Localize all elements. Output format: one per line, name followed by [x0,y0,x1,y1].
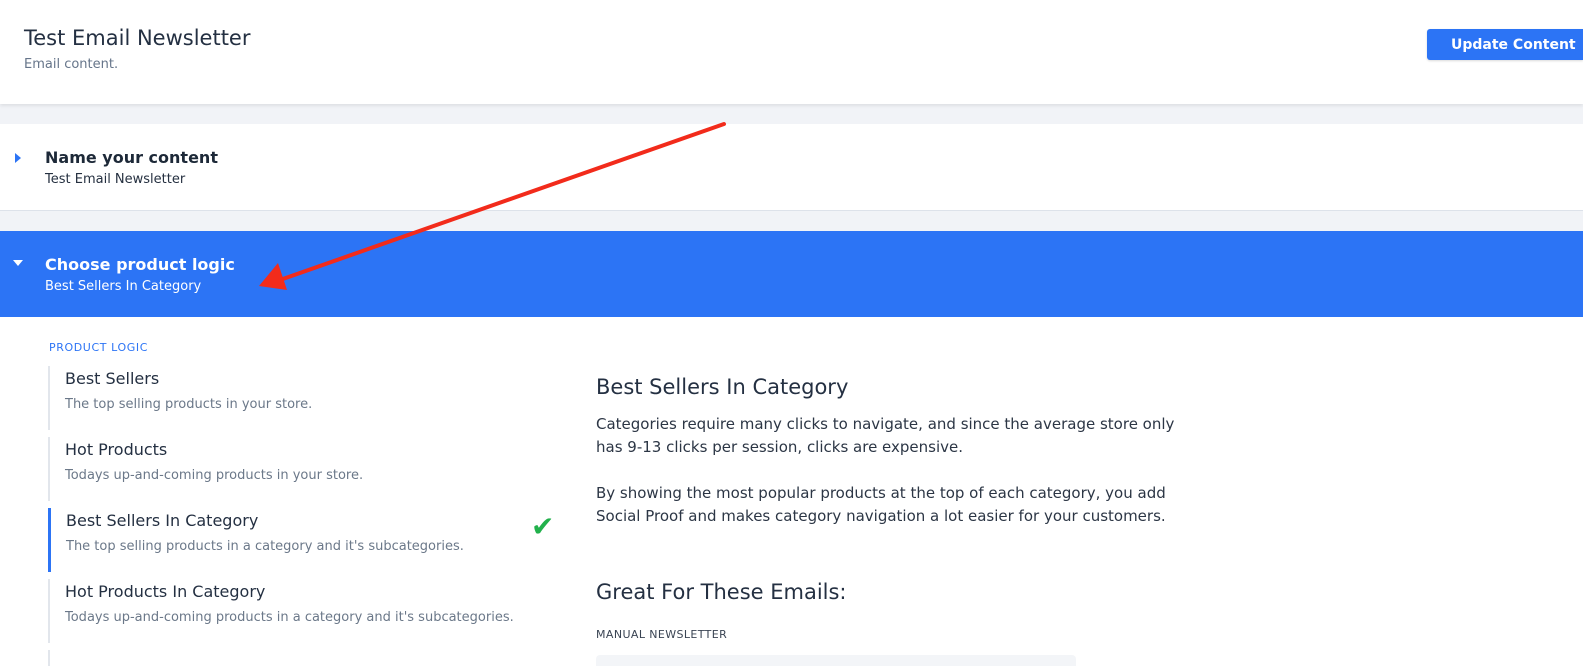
logic-option-best-sellers-in-category[interactable]: Best Sellers In Category The top selling… [48,508,568,572]
caret-right-icon [15,153,21,163]
page-subtitle: Email content. [24,57,119,72]
section-value: Best Sellers In Category [45,279,202,294]
logic-option-title: Hot Products In Category [65,582,266,601]
detail-title: Best Sellers In Category [596,375,849,399]
logic-option-next[interactable] [48,650,568,666]
logic-option-description: Todays up-and-coming products in a categ… [65,610,514,625]
logic-option-hot-products-in-category[interactable]: Hot Products In Category Todays up-and-c… [48,579,568,643]
logic-option-description: The top selling products in your store. [65,397,313,412]
page-title: Test Email Newsletter [24,26,251,50]
logic-option-best-sellers[interactable]: Best Sellers The top selling products in… [48,366,568,430]
product-logic-panel: PRODUCT LOGIC Best Sellers The top selli… [0,317,1583,666]
email-preview-card [596,655,1076,666]
email-type-label: MANUAL NEWSLETTER [596,628,728,641]
detail-paragraph: Categories require many clicks to naviga… [596,415,1175,456]
detail-paragraph: By showing the most popular products at … [596,484,1166,525]
check-icon: ✔ [531,510,555,543]
section-title: Name your content [45,148,218,167]
logic-option-title: Best Sellers In Category [66,511,259,530]
section-product-logic[interactable]: Choose product logic Best Sellers In Cat… [0,231,1583,317]
section-name-content[interactable]: Name your content Test Email Newsletter [0,124,1583,211]
emails-title: Great For These Emails: [596,580,847,604]
section-value: Test Email Newsletter [45,172,186,187]
caret-down-icon [13,260,23,266]
logic-option-hot-products[interactable]: Hot Products Todays up-and-coming produc… [48,437,568,501]
product-logic-heading: PRODUCT LOGIC [49,341,148,354]
logic-option-title: Best Sellers [65,369,160,388]
logic-option-description: Todays up-and-coming products in your st… [65,468,364,483]
section-title: Choose product logic [45,255,235,274]
update-content-button[interactable]: Update Content [1427,29,1583,60]
logic-option-description: The top selling products in a category a… [66,539,464,554]
logic-option-title: Hot Products [65,440,168,459]
page-header: Test Email Newsletter Email content. Upd… [0,0,1583,104]
